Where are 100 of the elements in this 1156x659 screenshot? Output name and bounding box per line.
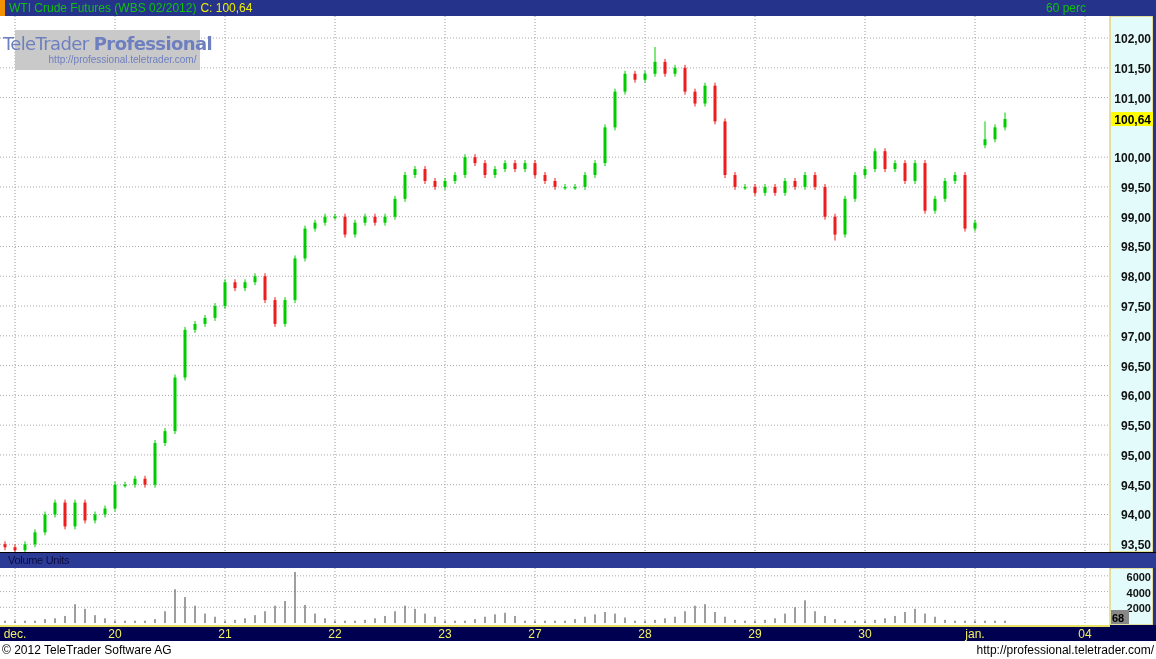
axis-label: 2000 xyxy=(1126,602,1151,615)
axis-label: 101,00 xyxy=(1114,91,1151,106)
candlestick xyxy=(223,278,227,310)
candlestick xyxy=(313,219,317,233)
axis-label: 98,00 xyxy=(1120,270,1151,285)
date-label: 30 xyxy=(858,627,872,641)
candlestick xyxy=(503,159,507,173)
candlestick xyxy=(603,123,607,167)
candlestick xyxy=(533,159,537,179)
candlestick xyxy=(293,254,297,304)
date-label: 20 xyxy=(108,627,122,641)
candlestick xyxy=(403,171,407,203)
candlestick xyxy=(733,171,737,191)
close-price: C: 100,64 xyxy=(200,0,253,16)
candlestick xyxy=(133,475,137,489)
candlestick xyxy=(663,58,667,78)
candlestick xyxy=(523,159,527,173)
date-label: 22 xyxy=(328,627,342,641)
axis-label: 96,50 xyxy=(1120,359,1151,374)
candlestick xyxy=(33,528,37,548)
candlestick xyxy=(203,314,207,328)
candlestick xyxy=(393,195,397,221)
candlestick xyxy=(873,147,877,173)
axis-label: 4000 xyxy=(1126,586,1151,599)
date-label: 23 xyxy=(438,627,452,641)
candlestick xyxy=(983,120,987,149)
axis-label: 95,00 xyxy=(1120,448,1151,463)
panel-marker-icon xyxy=(0,0,5,16)
axis-label: 98,50 xyxy=(1120,240,1151,255)
candlestick xyxy=(943,177,947,203)
axis-label: 95,50 xyxy=(1120,419,1151,434)
candlestick xyxy=(163,427,167,447)
candlestick xyxy=(863,165,867,179)
candlestick xyxy=(413,165,417,179)
candlestick xyxy=(493,165,497,179)
candlestick xyxy=(833,213,837,241)
last-price-marker: 100,64 xyxy=(1111,112,1153,128)
candlestick xyxy=(363,213,367,227)
candlestick xyxy=(793,177,797,191)
candlestick xyxy=(803,171,807,191)
candlestick xyxy=(853,171,857,203)
axis-label: 97,00 xyxy=(1120,329,1151,344)
candlestick xyxy=(103,505,107,518)
candlestick xyxy=(83,499,87,524)
candlestick xyxy=(3,540,7,551)
candlestick xyxy=(263,272,267,304)
candlestick xyxy=(823,183,827,221)
axis-label: 99,00 xyxy=(1120,210,1151,225)
candlestick xyxy=(633,70,637,84)
candlestick xyxy=(243,278,247,292)
axis-label: 96,00 xyxy=(1120,389,1151,404)
instrument-name: WTI Crude Futures (WBS 02/2012) xyxy=(9,0,197,16)
candlestick xyxy=(143,475,147,489)
candlestick xyxy=(153,439,157,489)
candlestick xyxy=(343,213,347,239)
candlestick xyxy=(723,117,727,179)
candlestick xyxy=(973,219,977,233)
candlestick xyxy=(383,213,387,227)
date-label: 21 xyxy=(218,627,232,641)
candlestick xyxy=(933,195,937,215)
logo-url: http://professional.teletrader.com/ xyxy=(48,54,197,66)
candlestick xyxy=(693,88,697,107)
candlestick xyxy=(883,147,887,173)
date-label: jan. xyxy=(965,627,985,641)
candlestick xyxy=(123,481,127,489)
candlestick xyxy=(453,171,457,185)
candlestick xyxy=(43,511,47,536)
candlestick xyxy=(513,159,517,173)
candlestick xyxy=(53,499,57,518)
date-label: 29 xyxy=(748,627,762,641)
axis-label: 101,50 xyxy=(1114,61,1151,76)
candlestick xyxy=(563,183,567,191)
candlestick xyxy=(963,171,967,233)
volume-title: Volume Units xyxy=(8,554,70,566)
candlestick xyxy=(463,153,467,179)
candlestick xyxy=(23,540,27,552)
candlestick xyxy=(183,326,187,381)
candlestick xyxy=(13,543,17,552)
value-axis-background xyxy=(1109,568,1154,625)
candlestick xyxy=(653,46,657,78)
axis-label: 93,50 xyxy=(1120,538,1151,552)
candlestick xyxy=(233,278,237,292)
candlestick xyxy=(773,183,777,197)
candlestick xyxy=(703,82,707,107)
candlestick xyxy=(283,296,287,328)
date-label: 04 xyxy=(1078,627,1092,641)
candlestick xyxy=(993,123,997,143)
last-volume-marker: 68 xyxy=(1111,610,1129,624)
candlestick xyxy=(673,64,677,78)
logo-name: TeleTrader Professional xyxy=(2,34,213,54)
candlestick xyxy=(303,225,307,262)
candlestick xyxy=(843,195,847,239)
date-label: 27 xyxy=(528,627,542,641)
candlestick xyxy=(543,171,547,185)
candlestick xyxy=(273,296,277,328)
candlestick xyxy=(553,177,557,191)
candlestick xyxy=(613,88,617,131)
candlestick xyxy=(483,159,487,179)
candlestick xyxy=(743,183,747,191)
candlestick xyxy=(893,159,897,173)
